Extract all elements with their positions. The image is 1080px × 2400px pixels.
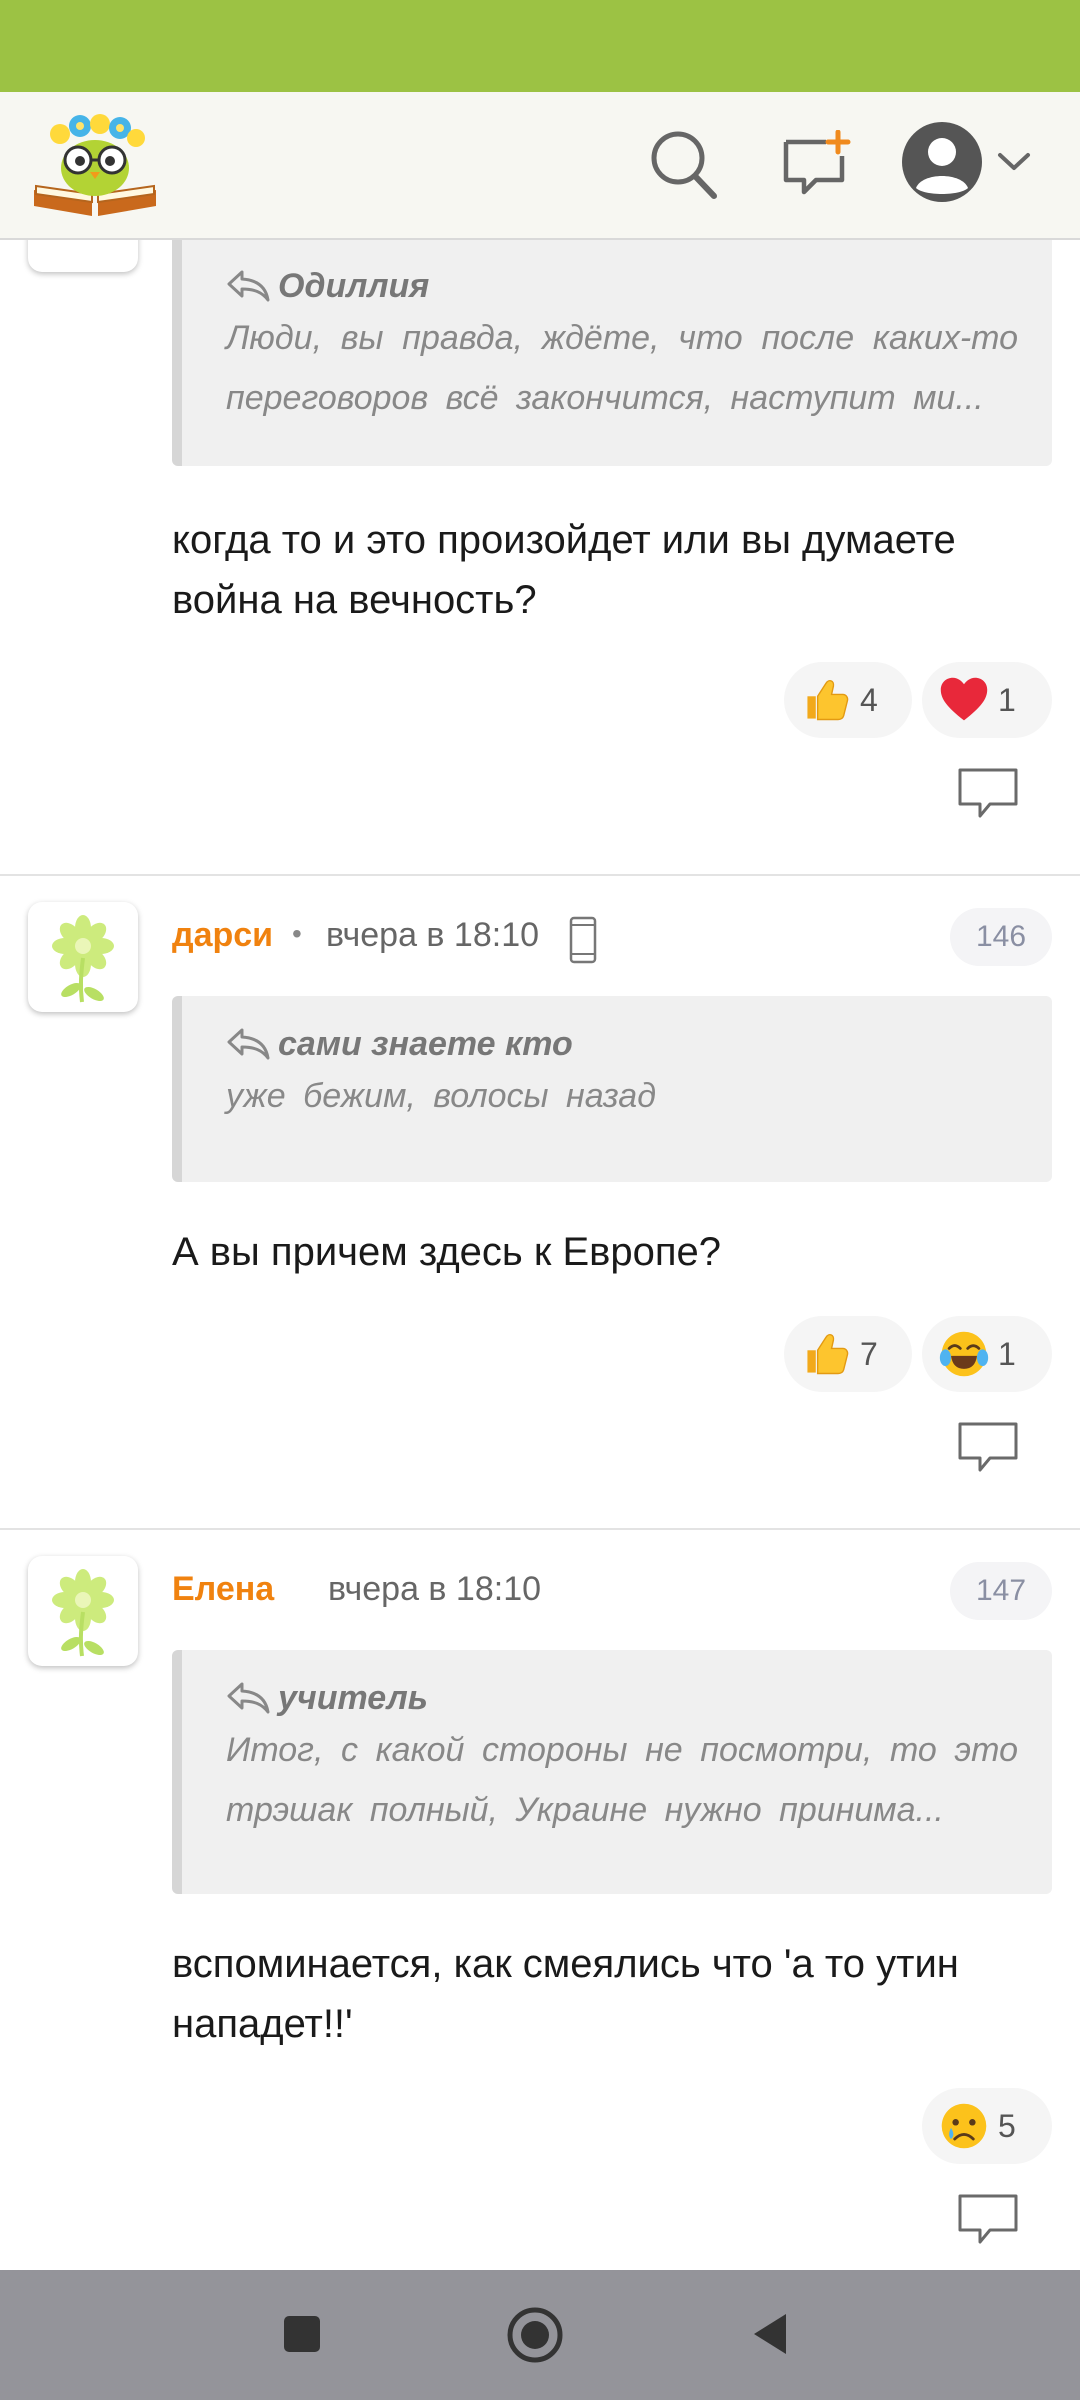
avatar[interactable]	[28, 1556, 138, 1666]
comment-number[interactable]: 147	[950, 1562, 1052, 1620]
quoted-comment[interactable]: сами знаете кто уже бежим, волосы назад	[172, 996, 1052, 1182]
comments-feed[interactable]: Одиллия Люди, вы правда, ждёте, что посл…	[0, 240, 1080, 2270]
reaction-count: 7	[860, 1335, 878, 1372]
reply-arrow-icon	[227, 270, 270, 302]
phone-icon	[569, 916, 597, 964]
thumbs-up-icon	[806, 679, 849, 721]
user-avatar-icon[interactable]	[900, 120, 984, 204]
heart-icon	[940, 677, 988, 721]
status-bar	[0, 0, 1080, 92]
reply-arrow-icon	[227, 1682, 270, 1714]
tears-of-joy-icon	[939, 1331, 989, 1377]
reading-owl-logo[interactable]	[30, 106, 160, 218]
reply-icon[interactable]	[956, 766, 1020, 822]
comment-text: вспоминается, как смеялись что 'а то ути…	[172, 1942, 959, 2046]
new-message-icon[interactable]	[782, 130, 852, 198]
timestamp: вчера в 18:10	[328, 1570, 542, 1608]
reaction-count: 1	[998, 1335, 1016, 1372]
reaction-count: 4	[860, 681, 878, 718]
app-header	[0, 92, 1080, 240]
quoted-comment[interactable]: учитель Итог, с какой стороны не посмотр…	[172, 1650, 1052, 1894]
quote-text: Итог, с какой стороны не посмотри, то эт…	[226, 1731, 1018, 1829]
quote-author: учитель	[278, 1678, 428, 1717]
quote-author: Одиллия	[278, 266, 430, 305]
back-icon[interactable]	[748, 2310, 790, 2358]
avatar[interactable]	[28, 240, 138, 272]
search-icon[interactable]	[648, 128, 718, 200]
reaction-thumbs-up[interactable]: 7	[784, 1316, 912, 1392]
reaction-crying-face[interactable]: 5	[922, 2088, 1052, 2164]
reaction-count: 1	[998, 681, 1016, 718]
comment-text: когда то и это произойдет или вы думаете…	[172, 518, 956, 622]
crying-face-icon	[941, 2103, 987, 2149]
chevron-down-icon[interactable]	[996, 150, 1032, 174]
timestamp: вчера в 18:10	[326, 916, 540, 954]
username[interactable]: дарси	[172, 916, 273, 955]
comment-text: А вы причем здесь к Европе?	[172, 1230, 722, 1274]
reply-arrow-icon	[227, 1028, 270, 1060]
quoted-comment[interactable]: Одиллия Люди, вы правда, ждёте, что посл…	[172, 240, 1052, 466]
recent-apps-icon[interactable]	[282, 2314, 322, 2354]
avatar[interactable]	[28, 902, 138, 1012]
separator-dot: •	[292, 918, 302, 949]
username[interactable]: Елена	[172, 1570, 274, 1609]
home-icon[interactable]	[506, 2306, 564, 2364]
thumbs-up-icon	[806, 1333, 849, 1375]
quote-text: Люди, вы правда, ждёте, что после каких-…	[226, 319, 1018, 417]
reply-icon[interactable]	[956, 2192, 1020, 2248]
reaction-tears-of-joy[interactable]: 1	[922, 1316, 1052, 1392]
reaction-count: 5	[998, 2107, 1016, 2144]
comment-divider	[0, 874, 1080, 876]
quote-text: уже бежим, волосы назад	[226, 1077, 656, 1115]
quote-author: сами знаете кто	[278, 1024, 573, 1063]
reaction-heart[interactable]: 1	[922, 662, 1052, 738]
reaction-thumbs-up[interactable]: 4	[784, 662, 912, 738]
comment-number[interactable]: 146	[950, 908, 1052, 966]
system-navigation-bar	[0, 2270, 1080, 2400]
comment-divider	[0, 1528, 1080, 1530]
reply-icon[interactable]	[956, 1420, 1020, 1476]
